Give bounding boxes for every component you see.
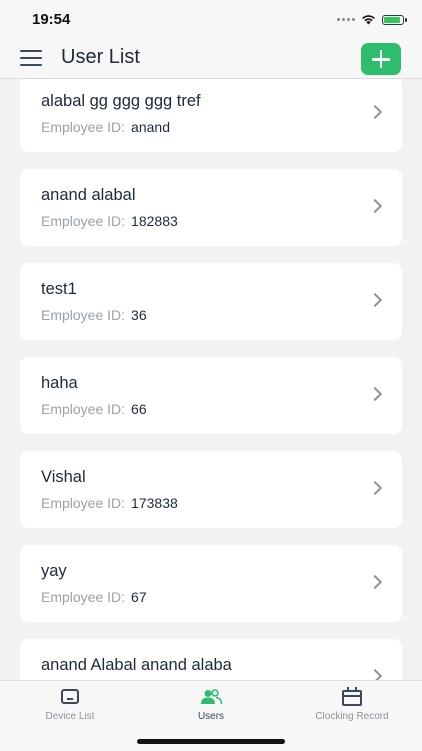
- employee-id: Employee ID: 182883: [41, 213, 178, 229]
- employee-id: Employee ID: 36: [41, 307, 147, 323]
- page-title: User List: [61, 46, 140, 68]
- tab-label: Device List: [45, 711, 95, 722]
- chevron-right-icon: [367, 574, 383, 590]
- tab-label: Users: [197, 711, 225, 722]
- employee-id: Employee ID: anand: [41, 119, 170, 135]
- tab-users[interactable]: Users: [140, 681, 282, 731]
- employee-id-value: 182883: [131, 213, 178, 229]
- user-name: yay: [41, 562, 67, 580]
- user-card[interactable]: anand alabal Employee ID: 182883: [20, 169, 402, 246]
- chevron-right-icon: [367, 668, 383, 680]
- employee-id: Employee ID: 173838: [41, 495, 178, 511]
- employee-id-value: anand: [131, 119, 170, 135]
- employee-id-value: 173838: [131, 495, 178, 511]
- status-time: 19:54: [32, 11, 71, 28]
- header: User List: [0, 40, 422, 79]
- chevron-right-icon: [367, 480, 383, 496]
- user-list[interactable]: alabal gg ggg ggg tref Employee ID: anand a…: [0, 79, 422, 680]
- device-icon: [61, 689, 79, 704]
- menu-icon: [20, 50, 42, 52]
- employee-id: Employee ID: 67: [41, 589, 147, 605]
- chevron-right-icon: [367, 292, 383, 308]
- user-name: test1: [41, 280, 77, 298]
- employee-id-value: 36: [131, 307, 147, 323]
- chevron-right-icon: [367, 104, 383, 120]
- employee-id-label: Employee ID:: [41, 119, 126, 135]
- user-card[interactable]: alabal gg ggg ggg tref Employee ID: anand: [20, 79, 402, 152]
- chevron-right-icon: [367, 198, 383, 214]
- user-card[interactable]: test1 Employee ID: 36: [20, 263, 402, 340]
- employee-id: Employee ID: 66: [41, 401, 147, 417]
- tab-label: Clocking Record: [315, 711, 389, 722]
- status-bar: 19:54: [0, 0, 422, 40]
- calendar-icon: [342, 687, 362, 706]
- employee-id-label: Employee ID:: [41, 495, 126, 511]
- user-name: alabal gg ggg ggg tref: [41, 92, 201, 110]
- employee-id-label: Employee ID:: [41, 589, 126, 605]
- employee-id-value: 66: [131, 401, 147, 417]
- user-name: anand alabal: [41, 186, 136, 204]
- home-indicator: [137, 739, 285, 744]
- employee-id-label: Employee ID:: [41, 213, 126, 229]
- battery-icon: [382, 14, 407, 25]
- user-name: Vishal: [41, 468, 86, 486]
- tab-device-list[interactable]: Device List: [0, 681, 140, 731]
- menu-button[interactable]: [20, 50, 42, 68]
- add-user-button[interactable]: [361, 43, 401, 75]
- employee-id-value: 67: [131, 589, 147, 605]
- employee-id-label: Employee ID:: [41, 307, 126, 323]
- signal-icon: [337, 18, 355, 21]
- chevron-right-icon: [367, 386, 383, 402]
- status-icons: [337, 14, 407, 25]
- user-name: haha: [41, 374, 78, 392]
- user-card[interactable]: anand Alabal anand alabaEmployee ID:: [20, 639, 402, 680]
- user-card[interactable]: Vishal Employee ID: 173838: [20, 451, 402, 528]
- user-card[interactable]: yay Employee ID: 67: [20, 545, 402, 622]
- user-list-inner: alabal gg ggg ggg tref Employee ID: anand a…: [20, 79, 402, 680]
- employee-id-label: Employee ID:: [41, 401, 126, 417]
- user-card[interactable]: haha Employee ID: 66: [20, 357, 402, 434]
- tab-clocking-record[interactable]: Clocking Record: [282, 681, 422, 731]
- wifi-icon: [362, 15, 375, 25]
- user-name: anand Alabal anand alaba: [41, 656, 232, 674]
- users-icon: [201, 689, 223, 705]
